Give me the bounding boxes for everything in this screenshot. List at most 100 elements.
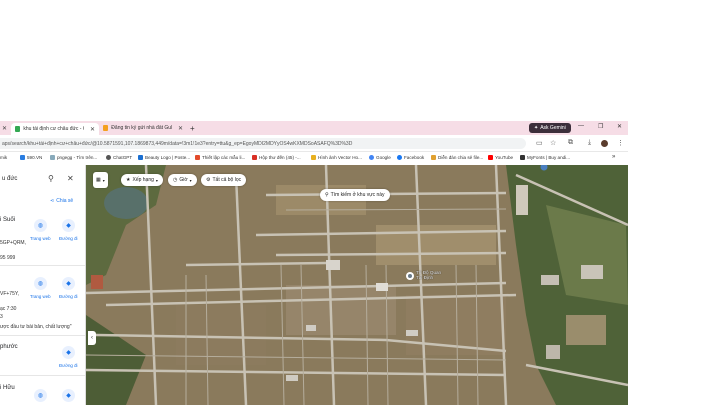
- tab-bar: ✕ khu tái định cư châu đức - Goo ✕ Đăng …: [0, 121, 628, 135]
- clock-icon: ◷: [173, 177, 178, 183]
- chatgpt-icon: [106, 155, 111, 160]
- result-note: 3: [0, 314, 3, 320]
- youtube-icon: [488, 155, 493, 160]
- directions-button[interactable]: ◆: [62, 219, 75, 232]
- bookmark-favicon-icon: [195, 155, 200, 160]
- bookmark-favicon-icon: [431, 155, 436, 160]
- satellite-map[interactable]: ▦ ▾ ★ Xếp hạng ▾ ◷ Giờ ▾ ⚙ Tất cả bộ lọc…: [86, 165, 628, 405]
- directions-icon: ◆: [66, 281, 71, 287]
- satellite-imagery: [86, 165, 628, 405]
- bookmarks-overflow-button[interactable]: »: [612, 154, 615, 160]
- directions-label: Đường đi: [59, 294, 78, 299]
- bookmark-favicon-icon: [138, 155, 143, 160]
- bookmark-item[interactable]: Diễn đàn chia sẻ file...: [431, 155, 483, 160]
- divider: [0, 265, 85, 266]
- tab-label: khu tái định cư châu đức - Goo: [23, 126, 84, 132]
- website-button[interactable]: ◍: [34, 389, 47, 402]
- directions-button[interactable]: ◆: [62, 346, 75, 359]
- address-bar: aps/search/khu+tái+định+cư+châu+đức/@10.…: [0, 135, 628, 152]
- search-icon[interactable]: ⚲: [48, 174, 54, 183]
- new-tab-button[interactable]: +: [190, 124, 195, 133]
- bookmark-favicon-icon: [520, 155, 525, 160]
- globe-icon: ◍: [37, 393, 44, 399]
- website-button[interactable]: ◍: [34, 277, 47, 290]
- install-app-icon[interactable]: ▭: [536, 139, 543, 147]
- bookmark-item[interactable]: ChatGPT: [106, 155, 132, 160]
- directions-button[interactable]: ◆: [62, 389, 75, 402]
- bookmark-item[interactable]: 590.VN: [20, 155, 42, 160]
- tab-label: Đăng tin ký gửi nhà đất Guland: [111, 125, 172, 131]
- result-address: VF+75Y,: [0, 291, 19, 297]
- result-phone: 95 999: [0, 255, 16, 261]
- directions-icon: ◆: [66, 393, 71, 399]
- guland-favicon-icon: [103, 125, 109, 131]
- filter-rating-chip[interactable]: ★ Xếp hạng ▾: [121, 174, 163, 186]
- bookmark-item[interactable]: Beauty Logo | Poste...: [138, 155, 190, 160]
- chevron-down-icon: ▾: [102, 177, 105, 183]
- tab-close-icon[interactable]: ✕: [178, 125, 183, 132]
- url-field[interactable]: aps/search/khu+tái+định+cư+châu+đức/@10.…: [0, 138, 526, 149]
- bookmark-star-icon[interactable]: ☆: [550, 139, 556, 147]
- globe-icon: ◍: [37, 281, 44, 287]
- results-panel: u đức ⚲ ✕ ⋖ Chia sẻ i Suối 5GP+QRM, 95 9…: [0, 165, 86, 405]
- result-title[interactable]: phước: [0, 344, 18, 350]
- bookmark-favicon-icon: [20, 155, 25, 160]
- screenshot: ✕ khu tái định cư châu đức - Goo ✕ Đăng …: [0, 0, 720, 405]
- tab-close-icon[interactable]: ✕: [90, 126, 95, 133]
- filter-hours-chip[interactable]: ◷ Giờ ▾: [168, 174, 197, 186]
- map-pin-label[interactable]: Trí Độ Quan Tái Định: [416, 270, 441, 280]
- collapse-panel-button[interactable]: ‹: [88, 331, 96, 345]
- menu-kebab-icon[interactable]: ⋮: [617, 139, 624, 147]
- bookmark-item[interactable]: Google: [369, 155, 391, 160]
- bookmark-favicon-icon: [50, 155, 55, 160]
- all-filters-chip[interactable]: ⚙ Tất cả bộ lọc: [201, 174, 247, 186]
- website-label: Trang web: [30, 236, 51, 241]
- directions-button[interactable]: ◆: [62, 277, 75, 290]
- bookmark-item[interactable]: Hình ảnh Vector Ho...: [311, 155, 362, 160]
- extensions-icon[interactable]: ⧉: [568, 139, 573, 147]
- tab-maps[interactable]: khu tái định cư châu đức - Goo ✕: [11, 123, 100, 135]
- star-icon: ★: [126, 177, 131, 183]
- bookmark-item[interactable]: MyFonts | Buy andi...: [520, 155, 570, 160]
- result-address: 5GP+QRM,: [0, 240, 26, 246]
- map-layer-button[interactable]: ▦ ▾: [93, 172, 108, 188]
- ask-gemini-label: Ask Gemini: [540, 125, 566, 131]
- search-icon: ⚲: [325, 192, 329, 198]
- profile-avatar-icon[interactable]: [601, 140, 608, 147]
- chevron-left-icon: ‹: [91, 335, 93, 341]
- result-title[interactable]: i Suối: [0, 217, 15, 223]
- bookmarks-bar: mik 590.VN pngegg - Tìm trên... ChatGPT …: [0, 152, 628, 165]
- restore-icon[interactable]: ❐: [598, 123, 603, 130]
- tab-guland[interactable]: Đăng tin ký gửi nhà đất Guland ✕: [99, 122, 187, 134]
- result-title[interactable]: i Hữu: [0, 385, 15, 391]
- google-icon: [369, 155, 374, 160]
- chevron-down-icon: ▾: [189, 177, 192, 183]
- download-icon[interactable]: ⤓: [588, 139, 591, 147]
- bookmark-item[interactable]: mik: [0, 155, 7, 160]
- gemini-star-icon: ✦: [534, 125, 539, 131]
- search-this-area-button[interactable]: ⚲ Tìm kiếm ở khu vực này: [320, 189, 390, 201]
- close-window-icon[interactable]: ✕: [617, 123, 622, 130]
- share-button[interactable]: ⋖ Chia sẻ: [50, 198, 73, 204]
- directions-icon: ◆: [66, 350, 71, 356]
- directions-label: Đường đi: [59, 363, 78, 368]
- directions-icon: ◆: [66, 223, 71, 229]
- ask-gemini-button[interactable]: ✦ Ask Gemini: [529, 123, 571, 133]
- bookmark-item[interactable]: YouTube: [488, 155, 513, 160]
- maps-favicon-icon: [15, 126, 21, 132]
- globe-icon: ◍: [37, 223, 44, 229]
- bookmark-item[interactable]: Thiết lập các mẫu li...: [195, 155, 245, 160]
- bookmark-item[interactable]: Facebook: [397, 155, 424, 160]
- result-hours: ạc 7:30: [0, 306, 17, 312]
- url-text: aps/search/khu+tái+định+cư+châu+đức/@10.…: [2, 140, 353, 147]
- layers-icon: ▦: [96, 177, 101, 183]
- clear-search-icon[interactable]: ✕: [67, 174, 74, 183]
- prev-tab-close-icon[interactable]: ✕: [2, 125, 7, 132]
- bookmark-item[interactable]: pngegg - Tìm trên...: [50, 155, 97, 160]
- gmail-icon: [252, 155, 257, 160]
- chevron-down-icon: ▾: [155, 177, 158, 183]
- bookmark-favicon-icon: [311, 155, 316, 160]
- bookmark-item[interactable]: Hộp thư đến (45) -...: [252, 155, 301, 160]
- website-button[interactable]: ◍: [34, 219, 47, 232]
- minimize-icon[interactable]: —: [578, 123, 584, 129]
